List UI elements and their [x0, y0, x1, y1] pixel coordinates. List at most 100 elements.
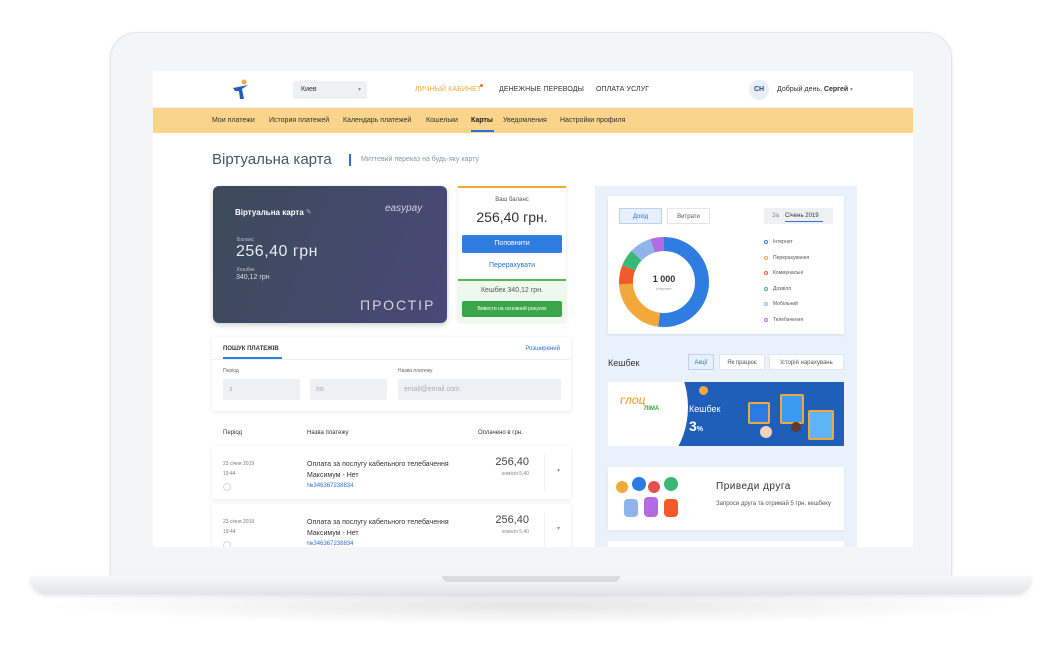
banner-title: Кешбек	[689, 404, 721, 414]
legend-item: Мобільний	[764, 301, 798, 307]
legend-dot	[764, 270, 768, 275]
payment-search-panel: ПОШУК ПЛАТЕЖІВ Розширений Період Назва п…	[212, 337, 571, 411]
date-from-input[interactable]: з	[223, 379, 300, 400]
period-label: Період	[223, 368, 239, 374]
tab-accrual-history[interactable]: Історія нарахувань	[769, 354, 844, 370]
transfer-link[interactable]: Перерахувати	[458, 262, 566, 269]
payment-commission: комісія 5,40	[501, 529, 529, 535]
prostir-logo: ПРОСТІР	[360, 297, 436, 313]
friend-avatar-icon	[664, 499, 678, 517]
greeting-text: Добрый день,	[777, 86, 822, 93]
nav-personal-cabinet[interactable]: ЛИЧНЫЙ КАБИНЕТ	[415, 86, 481, 93]
next-card	[608, 541, 844, 547]
decor-dot	[699, 386, 708, 395]
easypay-logo-icon[interactable]	[231, 79, 251, 101]
person-icon	[760, 426, 772, 438]
cashback-promo-banner[interactable]: ГЛОЦ ЛІМА Кешбек 3%	[608, 382, 844, 446]
balance-panel: Ваш баланс 256,40 грн. Поповнити Перерах…	[458, 186, 566, 323]
subnav-wallets[interactable]: Кошельки	[426, 117, 458, 124]
advanced-search-link[interactable]: Розширений	[525, 346, 560, 352]
virtual-card[interactable]: Віртуальна карта ✎ easypay Баланс 256,40…	[213, 186, 447, 323]
payment-number-link[interactable]: №346367238834	[307, 541, 353, 547]
payment-number-link[interactable]: №346367238834	[307, 483, 353, 489]
partner-logo: ГЛОЦ	[620, 396, 646, 406]
balance-label: Ваш баланс	[495, 197, 529, 203]
payment-amount: 256,40	[495, 456, 529, 468]
card-cashback: 340,12 грн	[236, 274, 270, 281]
city-select[interactable]: Киев ▾	[293, 81, 367, 99]
column-header-paid: Оплачено в грн.	[478, 430, 523, 436]
card-brand: easypay	[385, 203, 423, 214]
legend-dot	[764, 255, 768, 260]
chevron-down-icon[interactable]: ▾	[557, 467, 560, 474]
row-checkbox[interactable]	[223, 541, 231, 547]
payment-name-label: Назва платежу	[398, 368, 433, 374]
screen: Киев ▾ ЛИЧНЫЙ КАБИНЕТ ДЕНЕЖНЫЕ ПЕРЕВОДЫ …	[153, 71, 913, 547]
withdraw-button[interactable]: Вивести на основний рахунок	[462, 301, 562, 317]
cashback-amount: Кешбек 340,12 грн.	[480, 287, 544, 294]
title-separator	[349, 154, 351, 166]
subnav-payment-history[interactable]: История платежей	[269, 117, 329, 124]
payment-date: 23 січня 2019 19:44	[223, 519, 255, 535]
chevron-down-icon: ▾	[357, 87, 361, 93]
stats-card: Дохід Витрати За Січень 2019 1 000 Інтер…	[608, 196, 844, 334]
card-title: Віртуальна карта	[235, 208, 304, 217]
legend-dot	[764, 301, 768, 306]
banner-white-shape	[608, 382, 688, 446]
search-title[interactable]: ПОШУК ПЛАТЕЖІВ	[223, 346, 279, 352]
page-title: Віртуальна карта	[212, 151, 332, 168]
cashback-box: Кешбек 340,12 грн. Вивести на основний р…	[458, 279, 566, 323]
partner-logo-sub: ЛІМА	[644, 406, 660, 412]
referral-text: Запроси друга та отримай 5 грн. кешбеку	[716, 501, 831, 507]
tab-promotions[interactable]: Акції	[688, 354, 714, 370]
subnav-profile-settings[interactable]: Настройки профиля	[560, 117, 625, 124]
gift-box-icon	[748, 402, 770, 424]
table-row[interactable]: 23 січня 2019 19:44 Оплата за послугу каб…	[212, 504, 571, 547]
chevron-down-icon[interactable]: ▾	[850, 86, 853, 93]
page-subtitle: Миттевий переказ на будь-яку карту	[361, 156, 480, 163]
friend-avatar-icon	[616, 481, 628, 493]
person-icon	[791, 422, 801, 432]
column-header-name: Назва платежу	[307, 430, 349, 436]
legend-dot	[764, 239, 768, 244]
payment-name: Оплата за послугу кабельного телебачення…	[307, 519, 449, 537]
subnav-payment-calendar[interactable]: Календарь платежей	[343, 117, 411, 124]
edit-pencil-icon[interactable]: ✎	[306, 208, 312, 216]
nav-service-payment[interactable]: ОПЛАТА УСЛУГ	[596, 86, 649, 93]
card-balance: 256,40 грн	[236, 243, 318, 260]
user-greeting[interactable]: Добрый день, Сергей	[777, 86, 848, 93]
subnav-my-payments[interactable]: Мои платежи	[212, 117, 255, 124]
banner-value: 3%	[689, 418, 704, 434]
period-selector[interactable]: За Січень 2019	[764, 208, 833, 224]
cashback-title: Кешбек	[608, 358, 640, 368]
legend-dot	[764, 286, 768, 291]
gift-box-icon	[808, 410, 834, 440]
date-to-input[interactable]: по	[310, 379, 387, 400]
legend-item: Дозвілл	[764, 286, 791, 292]
subnav-notifications[interactable]: Уведомления	[503, 117, 547, 124]
payment-commission: комісія 5,40	[501, 471, 529, 477]
legend-item: Телебачення	[764, 317, 803, 323]
city-value: Киев	[301, 86, 317, 93]
payment-name: Оплата за послугу кабельного телебачення…	[307, 461, 449, 479]
payment-name-input[interactable]: email@email.com	[398, 379, 561, 400]
legend-dot	[764, 317, 768, 322]
legend-item: Інтернет	[764, 239, 793, 245]
active-tab-underline	[471, 130, 494, 132]
tab-expense[interactable]: Витрати	[667, 208, 710, 224]
avatar[interactable]: СН	[749, 80, 769, 100]
divider	[544, 455, 545, 491]
top-up-button[interactable]: Поповнити	[462, 235, 562, 253]
balance-amount: 256,40 грн.	[476, 209, 548, 225]
nav-money-transfers[interactable]: ДЕНЕЖНЫЕ ПЕРЕВОДЫ	[499, 86, 584, 93]
row-checkbox[interactable]	[223, 483, 231, 491]
chevron-down-icon[interactable]: ▾	[557, 525, 560, 532]
gift-box-icon	[780, 394, 804, 424]
subnav-cards[interactable]: Карты	[471, 117, 493, 124]
payment-date: 23 січня 2019 19:44	[223, 461, 255, 477]
tab-how-it-works[interactable]: Як працює	[719, 354, 765, 370]
referral-card[interactable]: Приведи друга Запроси друга та отримай 5…	[608, 467, 844, 530]
table-row[interactable]: 23 січня 2019 19:44 Оплата за послугу каб…	[212, 446, 571, 499]
friend-avatar-icon	[664, 477, 678, 491]
tab-income[interactable]: Дохід	[619, 208, 662, 224]
